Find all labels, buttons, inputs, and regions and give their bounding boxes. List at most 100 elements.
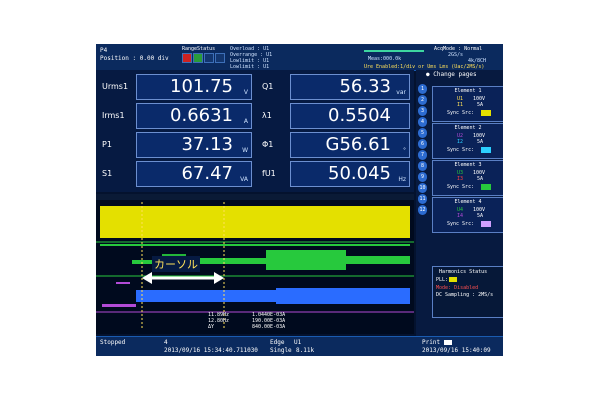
element-sync: Sync Src: <box>447 147 475 153</box>
element-ival: 5A <box>477 213 484 219</box>
element-sync: Sync Src: <box>447 110 475 116</box>
page-button-1[interactable]: 1 <box>418 84 427 94</box>
meas-value: 101.75 <box>170 76 233 97</box>
change-pages-text: Change pages <box>433 71 477 78</box>
range-indicator-2[interactable] <box>193 53 203 63</box>
element-ival: 5A <box>477 176 484 182</box>
waveform-display[interactable]: カーソル 11.89Hz 1.0440E-03A 12.80Hz 190.00E… <box>96 194 414 334</box>
page-button-10[interactable]: 10 <box>418 183 427 193</box>
page-button-12[interactable]: 12 <box>418 205 427 215</box>
meas-value-box[interactable]: 101.75 V <box>136 74 252 100</box>
element-4-card[interactable]: Element 4 U4 100V I4 5A Sync Src: <box>432 197 503 233</box>
page-button-5[interactable]: 5 <box>418 128 427 138</box>
cursor-arrow-right-head <box>214 272 224 284</box>
run-state: Stopped <box>100 339 126 346</box>
purple-step <box>102 304 136 307</box>
readout-k3: ΔY <box>208 324 215 330</box>
readout-v3: 840.00E-03A <box>252 324 286 330</box>
element-i: I4 <box>457 213 464 219</box>
meas-value: 37.13 <box>181 134 233 155</box>
meas-value-box-right[interactable]: 0.5504 <box>290 103 410 129</box>
meas-value: 67.47 <box>181 163 233 184</box>
element-1-card[interactable]: Element 1 U1 100V I1 5A Sync Src: <box>432 86 503 122</box>
meas-value: 0.6631 <box>170 105 233 126</box>
meas-value-box-right[interactable]: 56.33 var <box>290 74 410 100</box>
sample-rate: 2GS/s <box>448 52 464 58</box>
page-button-4[interactable]: 4 <box>418 117 427 127</box>
green-burst-2 <box>266 250 346 270</box>
page-button-7[interactable]: 7 <box>418 150 427 160</box>
meas-row-1: Urms1 101.75 V Q1 56.33 var <box>96 74 414 102</box>
page-button-2[interactable]: 2 <box>418 95 427 105</box>
page-button-11[interactable]: 11 <box>418 194 427 204</box>
trigger-time: 8.11k <box>296 347 315 354</box>
harmonics-mode: Mode: Disabled <box>436 285 479 291</box>
meas-value-right: 0.5504 <box>328 105 391 126</box>
meas-value-box[interactable]: 0.6631 A <box>136 103 252 129</box>
page-number-column: 1 2 3 4 5 6 7 8 9 10 11 12 <box>418 84 428 216</box>
sync-color-chip <box>481 184 491 190</box>
meas-label-left: P1 <box>102 140 112 149</box>
harmonics-title: Harmonics Status <box>439 269 488 275</box>
meas-row-4: S1 67.47 VA fU1 50.045 Hz <box>96 161 414 189</box>
meas-value-right: G56.61 <box>325 134 391 155</box>
harmonics-status-panel[interactable]: Harmonics Status PLL: Mode: Disabled DC … <box>432 266 503 318</box>
element-i: I1 <box>457 102 464 108</box>
sync-color-chip <box>481 147 491 153</box>
element-2-card[interactable]: Element 2 U2 100V I2 5A Sync Src: <box>432 123 503 159</box>
clock-datetime: 2013/09/16 15:40:09 <box>422 347 491 354</box>
page-button-9[interactable]: 9 <box>418 172 427 182</box>
blue-band-2 <box>276 288 410 304</box>
position-label: Position : 0.00 div <box>100 55 169 62</box>
meas-label-right: Φ1 <box>262 140 274 149</box>
range-indicator-3[interactable] <box>204 53 214 63</box>
meas-label-left: S1 <box>102 169 113 178</box>
element-title: Element 2 <box>454 125 482 131</box>
meas-label-left: Irms1 <box>102 111 125 120</box>
meas-label-right: λ1 <box>262 111 272 120</box>
change-pages-label[interactable]: ● Change pages <box>426 72 477 78</box>
trigger-edge: Edge <box>270 339 285 346</box>
sync-color-chip <box>481 110 491 116</box>
element-i: I2 <box>457 139 464 145</box>
meas-unit-right: var <box>396 89 406 96</box>
pll-color-chip <box>449 277 457 282</box>
page-button-8[interactable]: 8 <box>418 161 427 171</box>
harmonics-sampling: DC Sampling : 2MS/s <box>436 292 494 298</box>
meas-value-right: 50.045 <box>328 163 391 184</box>
trigger-source: U1 <box>294 339 302 346</box>
harmonics-pll: PLL: <box>436 277 449 283</box>
meas-row-3: P1 37.13 W Φ1 G56.61 ° <box>96 132 414 160</box>
element-title: Element 4 <box>454 199 482 205</box>
page-button-6[interactable]: 6 <box>418 139 427 149</box>
green-band-right <box>346 256 410 264</box>
element-title: Element 3 <box>454 162 482 168</box>
meas-value-box[interactable]: 67.47 VA <box>136 161 252 187</box>
wave-top-strip <box>96 194 414 200</box>
element-3-card[interactable]: Element 3 U3 100V I3 5A Sync Src: <box>432 160 503 196</box>
green-line-1 <box>100 244 410 246</box>
trace-label: P4 <box>100 47 108 54</box>
range-status-title: RangeStatus <box>182 46 216 52</box>
bottom-status-bar: Stopped 4 2013/09/16 15:34:40.711030 Edg… <box>96 336 503 356</box>
meas-unit: A <box>243 118 248 125</box>
element-sync: Sync Src: <box>447 184 475 190</box>
meas-unit: W <box>242 147 248 154</box>
meas-value-right: 56.33 <box>339 76 391 97</box>
meas-label-right: Q1 <box>262 82 274 91</box>
meas-label-left: Urms1 <box>102 82 129 91</box>
range-indicator-4[interactable] <box>215 53 225 63</box>
instrument-screen: P4 Position : 0.00 div RangeStatus Overl… <box>96 44 503 356</box>
meas-value-box[interactable]: 37.13 W <box>136 132 252 158</box>
element-title: Element 1 <box>454 88 482 94</box>
acq-count: 4 <box>164 339 168 346</box>
element-ival: 5A <box>477 102 484 108</box>
meas-label-right: fU1 <box>262 169 276 178</box>
meas-value-box-right[interactable]: 50.045 Hz <box>290 161 410 187</box>
element-ival: 5A <box>477 139 484 145</box>
meas-value-box-right[interactable]: G56.61 ° <box>290 132 410 158</box>
cursor-label: カーソル <box>152 256 200 272</box>
page-button-3[interactable]: 3 <box>418 106 427 116</box>
range-indicator-1[interactable] <box>182 53 192 63</box>
print-status[interactable]: Print <box>422 339 440 346</box>
